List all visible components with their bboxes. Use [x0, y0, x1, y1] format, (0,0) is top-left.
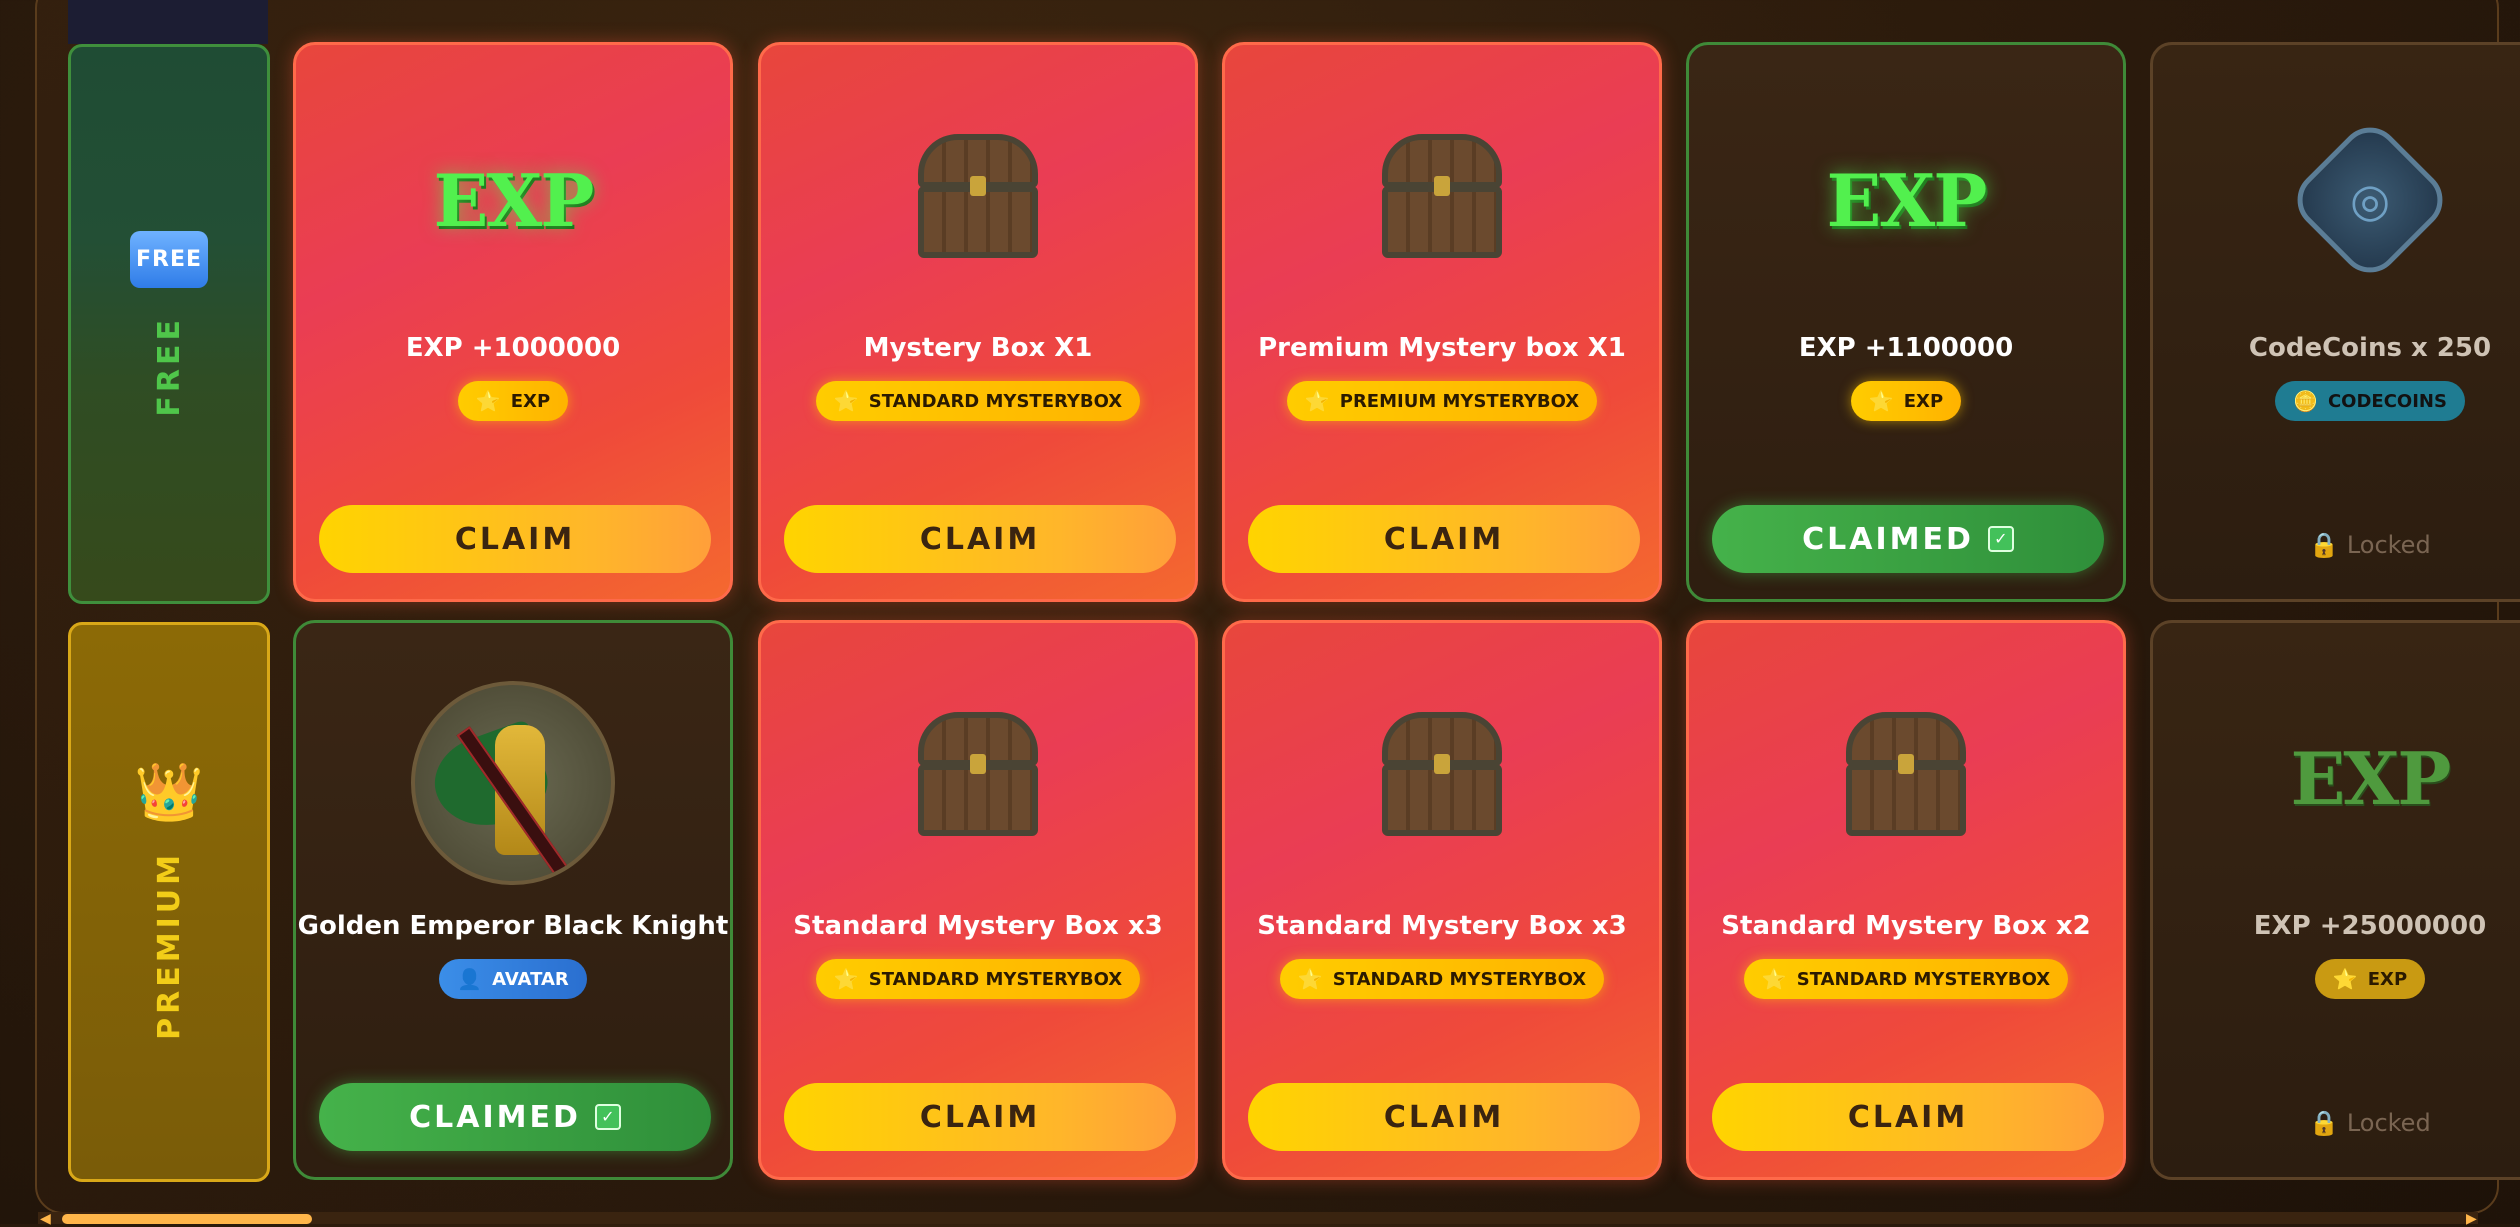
coin-icon: 🪙 [2293, 389, 2318, 413]
reward-card[interactable]: Premium Mystery box X1 ⭐ PREMIUM MYSTERYBO… [1222, 42, 1662, 602]
exp-icon: EXP [1826, 157, 1988, 243]
treasure-chest-icon [1225, 673, 1659, 883]
free-lane-header: FREE FREE [68, 44, 270, 604]
exp-icon: EXP [2290, 735, 2452, 821]
checkmark-icon: ✓ [594, 1104, 621, 1130]
reward-type-label: STANDARD MYSTERYBOX [868, 968, 1123, 990]
reward-card[interactable]: Mystery Box X1 ⭐ STANDARD MYSTERYBOX CLAIM [758, 42, 1198, 602]
reward-card[interactable]: Standard Mystery Box x3 ⭐ STANDARD MYSTERY… [758, 620, 1198, 1180]
reward-title: EXP +1100000 [1798, 333, 2014, 363]
reward-title: Standard Mystery Box x2 [1721, 911, 2091, 941]
reward-title: Premium Mystery box X1 [1258, 333, 1626, 363]
reward-title: Mystery Box X1 [863, 333, 1093, 363]
reward-card: Golden Emperor Black Knight 👤 AVATAR CLAIME… [293, 620, 733, 1180]
reward-title: EXP +25000000 [2253, 911, 2487, 941]
exp-icon: EXP [433, 157, 595, 243]
treasure-chest-icon [761, 95, 1195, 305]
star-icon: ⭐ [1304, 389, 1330, 413]
star-icon: ⭐ [1297, 967, 1323, 991]
star-icon: ⭐ [475, 389, 501, 413]
premium-lane-header: 👑 PREMIUM [68, 622, 270, 1182]
reward-title: Standard Mystery Box x3 [1257, 911, 1627, 941]
reward-type-badge: ⭐ EXP [457, 381, 569, 421]
locked-status: 🔒 Locked [2153, 1109, 2520, 1137]
reward-type-label: STANDARD MYSTERYBOX [868, 390, 1123, 412]
star-icon: ⭐ [1868, 389, 1894, 413]
claimed-button: CLAIMED ✓ [319, 1083, 711, 1151]
reward-type-badge: ⭐ STANDARD MYSTERYBOX [815, 959, 1141, 999]
lock-icon: 🔒 [2309, 1109, 2347, 1137]
reward-title: EXP +1000000 [405, 333, 621, 363]
scrollbar-thumb[interactable] [62, 1214, 312, 1224]
reward-type-badge: ⭐ EXP [1850, 381, 1962, 421]
treasure-chest-icon [1689, 673, 2123, 883]
knight-avatar-image [296, 681, 730, 885]
premium-lane-label: PREMIUM [151, 850, 187, 1040]
reward-card[interactable]: Standard Mystery Box x3 ⭐ STANDARD MYSTERY… [1222, 620, 1662, 1180]
reward-type-badge: ⭐ STANDARD MYSTERYBOX [815, 381, 1141, 421]
claim-button[interactable]: CLAIM [784, 505, 1176, 573]
reward-card[interactable]: Standard Mystery Box x2 ⭐ STANDARD MYSTERY… [1686, 620, 2126, 1180]
star-icon: ⭐ [833, 967, 859, 991]
codecoins-emblem-icon: ◎ [2153, 95, 2520, 305]
claim-button[interactable]: CLAIM [1248, 505, 1640, 573]
locked-status: 🔒 Locked [2153, 531, 2520, 559]
reward-card: EXP EXP +25000000 ⭐ EXP 🔒 Locked [2150, 620, 2520, 1180]
treasure-chest-icon [1225, 95, 1659, 305]
claimed-label: CLAIMED [409, 1099, 581, 1135]
reward-type-badge: ⭐ STANDARD MYSTERYBOX [1279, 959, 1605, 999]
reward-title: Standard Mystery Box x3 [793, 911, 1163, 941]
treasure-chest-icon [761, 673, 1195, 883]
reward-type-badge: 🪙 CODECOINS [2275, 381, 2465, 421]
reward-type-label: AVATAR [492, 968, 569, 990]
free-badge-icon: FREE [129, 231, 209, 289]
reward-type-label: PREMIUM MYSTERYBOX [1339, 390, 1580, 412]
claim-button[interactable]: CLAIM [319, 505, 711, 573]
scroll-right-arrow-icon[interactable]: ▶ [2466, 1211, 2477, 1227]
reward-card: ◎ CodeCoins x 250 🪙 CODECOINS 🔒 Locked [2150, 42, 2520, 602]
reward-type-label: STANDARD MYSTERYBOX [1332, 968, 1587, 990]
user-icon: 👤 [457, 967, 483, 991]
reward-title: CodeCoins x 250 [2248, 333, 2492, 363]
reward-type-label: STANDARD MYSTERYBOX [1796, 968, 2051, 990]
reward-type-badge: ⭐ STANDARD MYSTERYBOX [1743, 959, 2069, 999]
star-icon: ⭐ [1761, 967, 1787, 991]
reward-type-badge: ⭐ EXP [2314, 959, 2426, 999]
locked-label: Locked [2346, 531, 2431, 559]
locked-label: Locked [2346, 1109, 2431, 1137]
claim-button[interactable]: CLAIM [784, 1083, 1176, 1151]
reward-card: EXP EXP +1100000 ⭐ EXP CLAIMED ✓ [1686, 42, 2126, 602]
star-icon: ⭐ [2332, 967, 2358, 991]
reward-type-label: EXP [2367, 968, 2408, 990]
reward-type-label: CODECOINS [2327, 390, 2447, 412]
claimed-button: CLAIMED ✓ [1712, 505, 2104, 573]
claim-button[interactable]: CLAIM [1712, 1083, 2104, 1151]
horizontal-scrollbar[interactable] [38, 1212, 2478, 1224]
claim-button[interactable]: CLAIM [1248, 1083, 1640, 1151]
star-icon: ⭐ [833, 389, 859, 413]
reward-type-label: EXP [1903, 390, 1944, 412]
lock-icon: 🔒 [2309, 531, 2347, 559]
free-lane-label: FREE [151, 316, 187, 417]
checkmark-icon: ✓ [1987, 526, 2014, 552]
reward-type-badge: ⭐ PREMIUM MYSTERYBOX [1286, 381, 1598, 421]
reward-type-label: EXP [510, 390, 551, 412]
crown-icon: 👑 [134, 759, 204, 825]
claimed-label: CLAIMED [1802, 521, 1974, 557]
reward-type-badge: 👤 AVATAR [439, 959, 587, 999]
reward-title: Golden Emperor Black Knight [297, 911, 729, 941]
reward-card[interactable]: EXP EXP +1000000 ⭐ EXP CLAIM [293, 42, 733, 602]
top-tab-stub [68, 0, 268, 44]
scroll-left-arrow-icon[interactable]: ◀ [40, 1211, 51, 1227]
